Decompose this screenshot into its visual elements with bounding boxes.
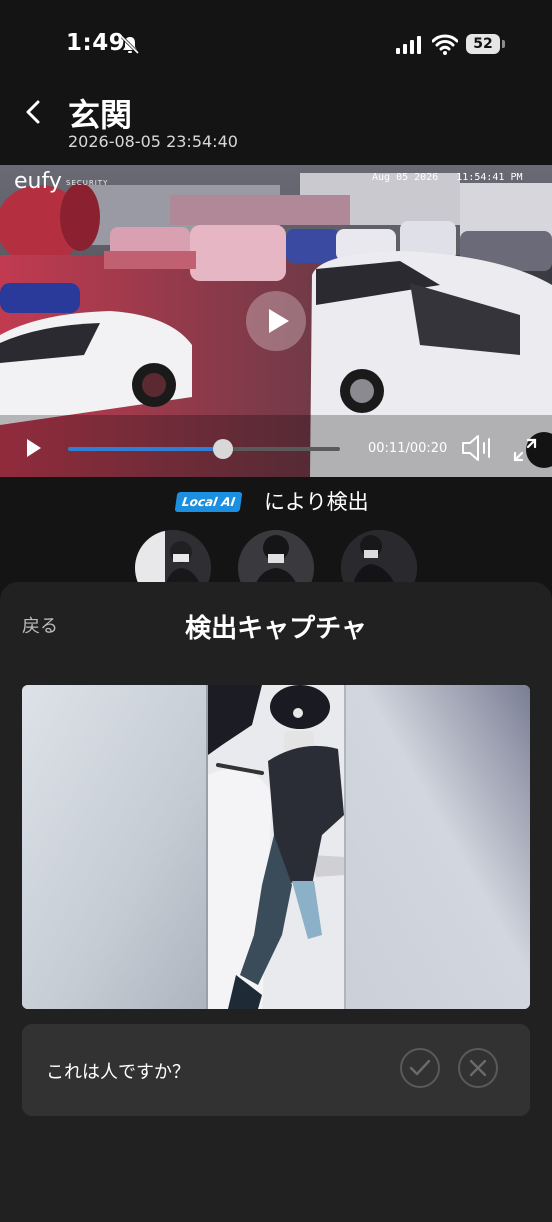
detection-label: により検出 (264, 490, 369, 514)
eufy-logo: eufy (14, 169, 62, 194)
camera-timestamp: Aug 05 2026 11:54:41 PM (372, 172, 523, 183)
checkmark-icon (409, 1059, 431, 1076)
wifi-icon (432, 34, 458, 55)
progress-bar[interactable] (68, 439, 340, 459)
video-player[interactable]: eufy SECURITY Aug 05 2026 11:54:41 PM 00… (0, 165, 552, 477)
status-time: 1:49 (66, 30, 126, 56)
play-button[interactable] (246, 291, 306, 351)
sheet-title: 検出キャプチャ (185, 614, 367, 644)
person-question: これは人ですか？ (46, 1062, 190, 1083)
person-confirm-panel: これは人ですか？ (22, 1024, 530, 1116)
detection-capture-image (22, 685, 530, 1009)
capture-sheet: 戻る 検出キャプチャ これは人ですか？ (0, 582, 552, 1222)
battery-indicator: 52 (466, 34, 500, 54)
cellular-signal-icon (396, 36, 421, 54)
confirm-no-button[interactable] (458, 1048, 498, 1088)
page-title: 玄関 (68, 96, 133, 134)
fullscreen-icon[interactable] (512, 437, 538, 463)
speaker-icon[interactable] (460, 433, 496, 463)
play-icon[interactable] (26, 438, 42, 458)
status-bar: 1:49 52 (0, 0, 552, 92)
eufy-logo-sub: SECURITY (66, 179, 109, 187)
close-icon (469, 1059, 487, 1077)
progress-fill (68, 447, 224, 451)
video-time: 00:11/00:20 (368, 441, 448, 456)
bell-muted-icon (120, 35, 140, 55)
progress-thumb[interactable] (213, 439, 234, 459)
event-datetime: 2026-08-05 23:54:40 (68, 132, 238, 151)
local-ai-badge: Local AI (174, 492, 243, 512)
battery-nub (502, 40, 505, 48)
back-chevron-icon[interactable] (16, 92, 52, 132)
confirm-yes-button[interactable] (400, 1048, 440, 1088)
